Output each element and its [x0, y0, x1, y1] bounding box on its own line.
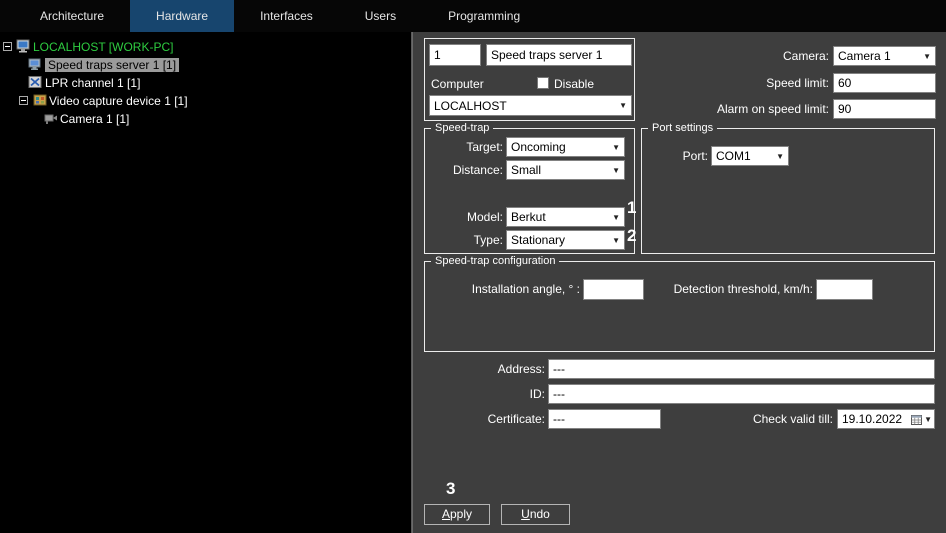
type-select[interactable]: Stationary ▼ [506, 230, 625, 250]
id-field[interactable] [548, 384, 935, 404]
tree-item-label: LPR channel 1 [1] [45, 76, 140, 90]
camera-label: Camera: [709, 49, 829, 63]
chevron-down-icon: ▼ [776, 152, 784, 161]
apply-button[interactable]: Apply [424, 504, 490, 525]
address-field[interactable] [548, 359, 935, 379]
tab-interfaces[interactable]: Interfaces [234, 0, 339, 32]
detection-threshold-field[interactable] [816, 279, 873, 300]
annotation-1: 1 [627, 198, 636, 218]
disable-checkbox[interactable] [537, 77, 549, 89]
tree-item-label: LOCALHOST [WORK-PC] [33, 40, 173, 54]
computer-select[interactable]: LOCALHOST ▼ [429, 95, 632, 116]
target-label: Target: [423, 140, 503, 154]
check-valid-till-label: Check valid till: [715, 412, 833, 426]
collapse-icon[interactable] [19, 96, 28, 105]
model-select[interactable]: Berkut ▼ [506, 207, 625, 227]
port-label: Port: [660, 149, 708, 163]
annotation-3: 3 [446, 479, 455, 499]
tab-users[interactable]: Users [339, 0, 422, 32]
type-label: Type: [423, 233, 503, 247]
distance-select-value: Small [511, 163, 609, 177]
computer-select-value: LOCALHOST [434, 99, 616, 113]
lpr-icon [28, 75, 42, 89]
tab-architecture[interactable]: Architecture [14, 0, 130, 32]
tree-item-label: Camera 1 [1] [60, 112, 129, 126]
tree-item-lpr-channel[interactable]: LPR channel 1 [1] [0, 74, 411, 92]
monitor-icon [28, 57, 42, 71]
camera-select[interactable]: Camera 1 ▼ [833, 46, 936, 66]
certificate-label: Certificate: [464, 412, 545, 426]
device-tree-panel: LOCALHOST [WORK-PC] Speed traps server 1… [0, 32, 412, 533]
chevron-down-icon: ▼ [612, 166, 620, 175]
distance-label: Distance: [423, 163, 503, 177]
collapse-icon[interactable] [3, 42, 12, 51]
tree-item-video-capture-device[interactable]: Video capture device 1 [1] [0, 92, 411, 110]
speed-limit-label: Speed limit: [709, 76, 829, 90]
alarm-on-speed-limit-label: Alarm on speed limit: [669, 102, 829, 116]
tree-item-camera[interactable]: Camera 1 [1] [0, 110, 411, 128]
computer-label: Computer [431, 77, 484, 91]
speed-trap-group-title: Speed-trap [431, 121, 493, 136]
tab-programming[interactable]: Programming [422, 0, 546, 32]
computer-icon [16, 39, 30, 53]
annotation-2: 2 [627, 226, 636, 246]
type-select-value: Stationary [511, 233, 609, 247]
chevron-down-icon: ▼ [612, 213, 620, 222]
app-window: Architecture Hardware Interfaces Users P… [0, 0, 946, 533]
target-select-value: Oncoming [511, 140, 609, 154]
check-valid-till-value: 19.10.2022 [842, 412, 911, 426]
chevron-down-icon: ▼ [612, 236, 620, 245]
installation-angle-label: Installation angle, ° : [443, 282, 580, 296]
model-label: Model: [423, 210, 503, 224]
undo-button[interactable]: Undo [501, 504, 570, 525]
port-settings-group-title: Port settings [648, 121, 717, 136]
tree-item-label: Video capture device 1 [1] [49, 94, 188, 108]
port-select-value: COM1 [716, 149, 773, 163]
chevron-down-icon: ▼ [619, 101, 627, 110]
calendar-icon [911, 414, 922, 425]
camera-icon [44, 111, 58, 125]
disable-label: Disable [554, 77, 594, 91]
tab-bar: Architecture Hardware Interfaces Users P… [0, 0, 946, 32]
distance-select[interactable]: Small ▼ [506, 160, 625, 180]
address-label: Address: [464, 362, 545, 376]
tab-hardware[interactable]: Hardware [130, 0, 234, 32]
model-select-value: Berkut [511, 210, 609, 224]
target-select[interactable]: Oncoming ▼ [506, 137, 625, 157]
tree-item-localhost[interactable]: LOCALHOST [WORK-PC] [0, 38, 411, 56]
tree-item-label: Speed traps server 1 [1] [45, 58, 179, 72]
chevron-down-icon: ▼ [924, 415, 932, 424]
chevron-down-icon: ▼ [612, 143, 620, 152]
installation-angle-field[interactable] [583, 279, 644, 300]
alarm-on-speed-limit-field[interactable] [833, 99, 936, 119]
id-label: ID: [464, 387, 545, 401]
certificate-field[interactable] [548, 409, 661, 429]
capture-device-icon [33, 93, 47, 107]
check-valid-till-datepicker[interactable]: 19.10.2022 ▼ [837, 409, 935, 429]
tree-item-speed-traps-server[interactable]: Speed traps server 1 [1] [0, 56, 411, 74]
detection-threshold-label: Detection threshold, km/h: [649, 282, 813, 296]
settings-panel: Computer Disable LOCALHOST ▼ Camera: Cam… [412, 32, 946, 533]
port-select[interactable]: COM1 ▼ [711, 146, 789, 166]
speed-trap-configuration-group: Speed-trap configuration [424, 261, 935, 352]
object-name-field[interactable] [486, 44, 632, 66]
camera-select-value: Camera 1 [838, 49, 920, 63]
object-id-field[interactable] [429, 44, 481, 66]
chevron-down-icon: ▼ [923, 52, 931, 61]
speed-limit-field[interactable] [833, 73, 936, 93]
speed-trap-configuration-group-title: Speed-trap configuration [431, 254, 559, 269]
